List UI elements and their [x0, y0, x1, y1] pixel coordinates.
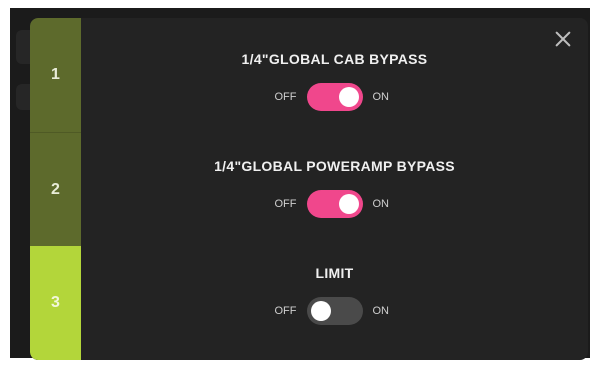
- off-label: OFF: [274, 198, 297, 210]
- limit-toggle[interactable]: [306, 297, 363, 325]
- toggle-row: OFF ON: [263, 190, 407, 218]
- setting-global-cab-bypass: 1/4"GLOBAL CAB BYPASS OFF ON: [81, 51, 588, 111]
- off-label: OFF: [274, 305, 297, 317]
- tab-label: 3: [51, 294, 60, 312]
- toggle-knob: [338, 87, 359, 107]
- settings-dialog: 1 2 3 1/4"GLOBAL CAB BYPASS OFF ON 1/4"G…: [30, 18, 588, 360]
- on-label: ON: [372, 91, 390, 103]
- close-icon[interactable]: [552, 28, 574, 50]
- toggle-row: OFF ON: [263, 297, 407, 325]
- tab-strip: 1 2 3: [30, 18, 81, 360]
- setting-title: 1/4"GLOBAL POWERAMP BYPASS: [214, 158, 455, 174]
- poweramp-bypass-toggle[interactable]: [306, 190, 363, 218]
- toggle-knob: [310, 301, 331, 321]
- toggle-knob: [338, 194, 359, 214]
- setting-title: 1/4"GLOBAL CAB BYPASS: [241, 51, 428, 67]
- toggle-row: OFF ON: [263, 83, 407, 111]
- on-label: ON: [372, 305, 390, 317]
- tab-3[interactable]: 3: [30, 246, 81, 360]
- cab-bypass-toggle[interactable]: [306, 83, 363, 111]
- tab-1[interactable]: 1: [30, 18, 81, 132]
- setting-limit: LIMIT OFF ON: [81, 265, 588, 325]
- setting-global-poweramp-bypass: 1/4"GLOBAL POWERAMP BYPASS OFF ON: [81, 158, 588, 218]
- tab-label: 1: [51, 65, 60, 83]
- setting-title: LIMIT: [315, 265, 354, 281]
- tab-label: 2: [51, 180, 60, 198]
- tab-2[interactable]: 2: [30, 131, 81, 247]
- off-label: OFF: [274, 91, 297, 103]
- on-label: ON: [372, 198, 390, 210]
